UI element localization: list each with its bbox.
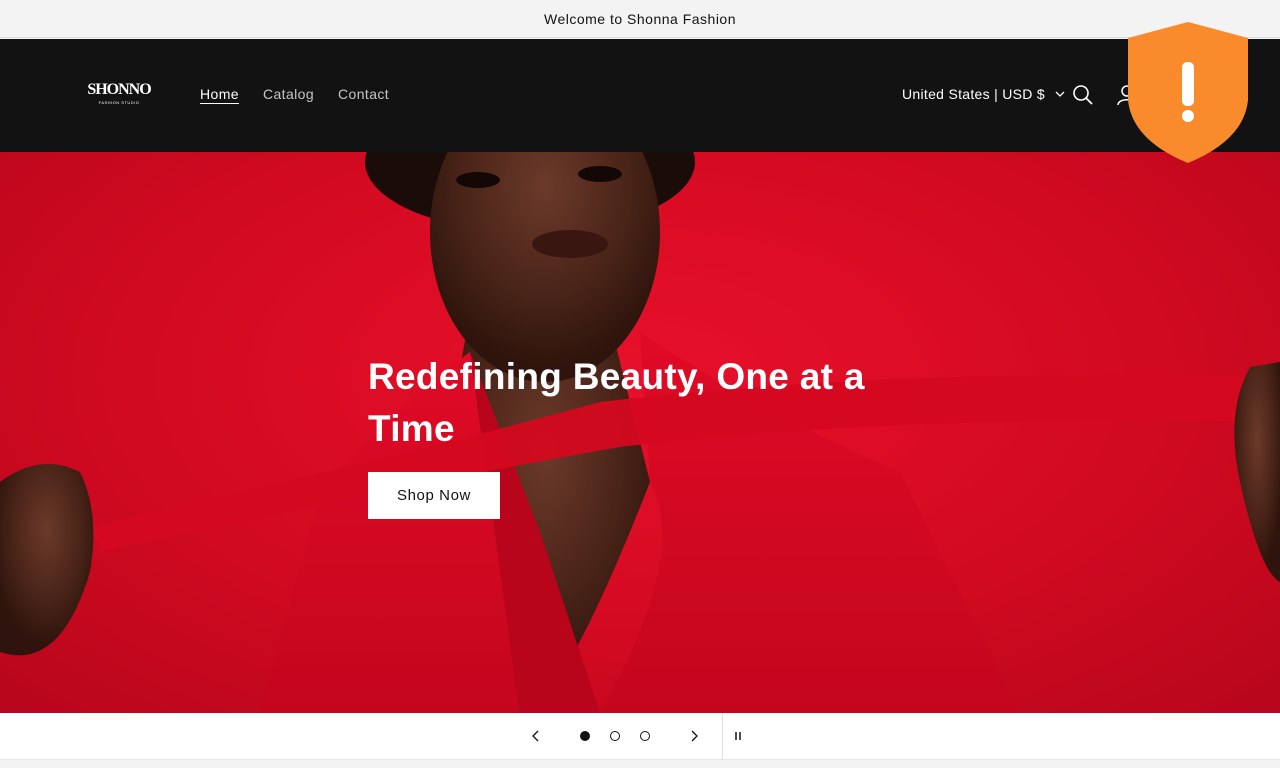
nav-home[interactable]: Home [200, 86, 239, 102]
chevron-right-icon[interactable] [685, 727, 703, 745]
currency-selector[interactable]: United States | USD $ [902, 86, 1065, 102]
main-nav: Home Catalog Contact [200, 86, 389, 102]
nav-catalog[interactable]: Catalog [263, 86, 314, 102]
announcement-text: Welcome to Shonna Fashion [543, 10, 736, 27]
slide-dot-3[interactable] [640, 731, 650, 741]
shop-now-button[interactable]: Shop Now [368, 472, 500, 519]
logo[interactable]: SHONNO FASHION STUDIO [87, 75, 151, 111]
search-icon[interactable] [1072, 84, 1094, 106]
logo-mark: SHONNO [87, 80, 151, 98]
hero-slide: Redefining Beauty, One at a Time Shop No… [0, 152, 1280, 713]
controls-divider [722, 713, 723, 759]
page-bottom-strip [0, 759, 1280, 768]
chevron-left-icon[interactable] [527, 727, 545, 745]
hero-title: Redefining Beauty, One at a Time [368, 356, 865, 449]
nav-contact[interactable]: Contact [338, 86, 389, 102]
currency-value: United States | USD $ [902, 86, 1045, 102]
slideshow-controls [0, 713, 1280, 759]
warning-shield-icon[interactable] [1126, 20, 1250, 165]
pause-icon[interactable] [729, 727, 747, 745]
logo-subtitle: FASHION STUDIO [98, 99, 140, 105]
slide-dot-1[interactable] [580, 731, 590, 741]
site-header: SHONNO FASHION STUDIO Home Catalog Conta… [0, 39, 1280, 152]
announcement-bar: Welcome to Shonna Fashion [0, 0, 1280, 38]
chevron-down-icon [1055, 91, 1065, 97]
slide-dot-2[interactable] [610, 731, 620, 741]
